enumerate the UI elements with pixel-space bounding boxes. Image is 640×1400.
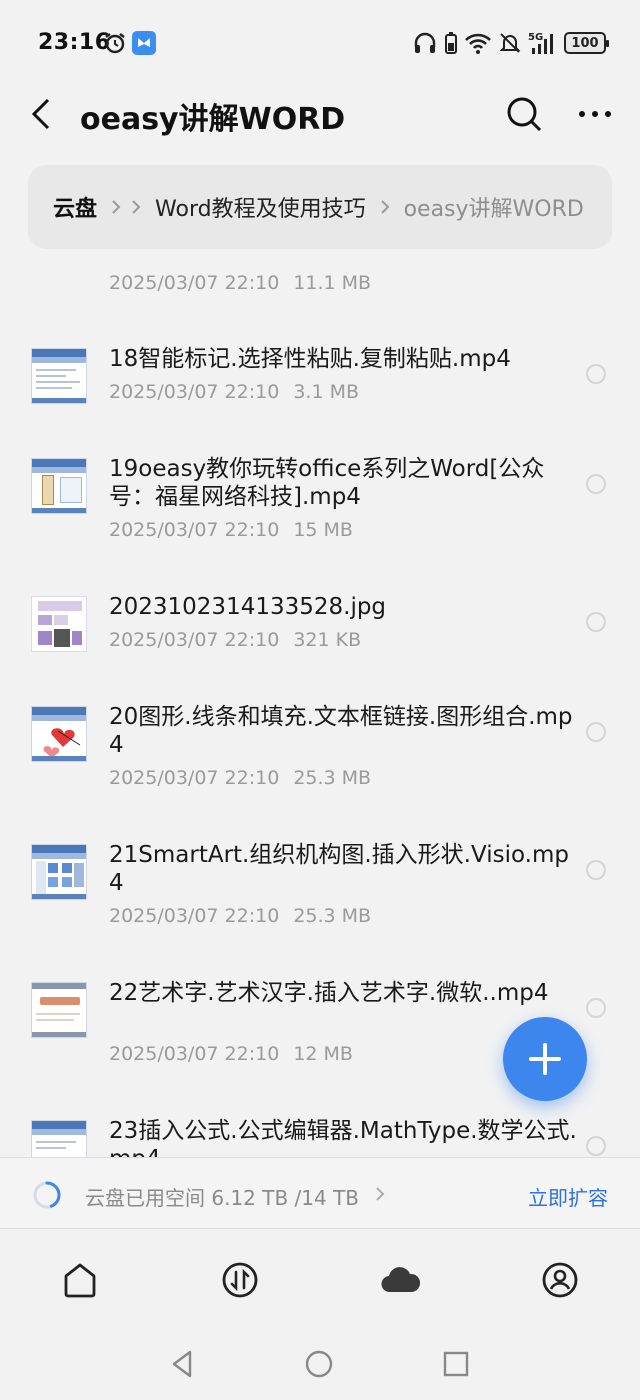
file-name: 21SmartArt.组织机构图.插入形状.Visio.mp4 — [109, 842, 569, 896]
file-size: 25.3 MB — [293, 767, 372, 789]
breadcrumb-middle[interactable]: Word教程及使用技巧 — [155, 191, 366, 223]
list-item[interactable]: 20图形.线条和填充.文本框链接.图形组合.mp4 2025/03/07 22:… — [0, 698, 640, 808]
mute-icon — [499, 33, 521, 53]
file-date: 2025/03/07 22:10 — [109, 767, 280, 789]
search-icon[interactable] — [504, 94, 544, 134]
recents-square-icon[interactable] — [440, 1348, 472, 1380]
file-name: 18智能标记.选择性粘贴.复制粘贴.mp4 — [109, 346, 511, 372]
file-date: 2025/03/07 22:10 — [109, 519, 280, 541]
wifi-icon — [465, 33, 491, 54]
battery-icon: 100 — [564, 32, 609, 54]
signal-icon: 5G — [528, 32, 553, 54]
select-radio[interactable] — [586, 612, 606, 632]
file-size: 3.1 MB — [293, 381, 359, 403]
chevron-right-icon — [380, 200, 389, 214]
file-name: 22艺术字.艺术汉字.插入艺术字.微软..mp4 — [109, 980, 549, 1006]
alarm-icon — [105, 33, 125, 54]
file-size: 321 KB — [293, 629, 362, 651]
transfer-icon[interactable] — [220, 1260, 260, 1300]
select-radio[interactable] — [586, 998, 606, 1018]
hearts-graphic — [43, 728, 81, 758]
cloud-icon[interactable] — [380, 1260, 420, 1300]
add-fab-button[interactable] — [503, 1017, 587, 1101]
title-bar: oeasy讲解WORD — [0, 86, 640, 142]
file-date: 2025/03/07 22:10 — [109, 1043, 280, 1065]
select-radio[interactable] — [586, 364, 606, 384]
list-item[interactable]: 20231023141335​28.jpg 2025/03/07 22:10 32… — [0, 588, 640, 668]
battery-saver-icon — [445, 32, 457, 54]
file-date: 2025/03/07 22:10 — [109, 381, 280, 403]
network-label: 5G — [528, 32, 543, 43]
home-circle-icon[interactable] — [303, 1348, 335, 1380]
file-size: 12 MB — [293, 1043, 353, 1065]
storage-usage-ring — [33, 1181, 61, 1209]
file-meta: 2025/03/07 22:10 12 MB — [109, 1043, 353, 1065]
file-meta: 2025/03/07 22:10 321 KB — [109, 629, 361, 651]
breadcrumb-current: oeasy讲解WORD — [403, 197, 584, 222]
status-bar: 23:16 5G 100 — [0, 0, 640, 86]
file-date: 2025/03/07 22:10 — [109, 905, 280, 927]
file-size: 11.1 MB — [293, 272, 372, 294]
expand-storage-link[interactable]: 立即扩容 — [528, 1182, 608, 1211]
plus-icon — [529, 1043, 561, 1075]
bottom-tab-bar — [0, 1230, 640, 1330]
file-meta: 2025/03/07 22:10 3.1 MB — [109, 381, 359, 403]
file-meta: 2025/03/07 22:10 11.1 MB — [109, 272, 371, 294]
home-icon[interactable] — [60, 1260, 100, 1300]
select-radio[interactable] — [586, 722, 606, 742]
file-thumbnail — [31, 596, 87, 652]
list-item[interactable]: 23插入公式.公式编辑器.MathType.数学公式.mp4 — [0, 1112, 640, 1157]
more-icon[interactable] — [574, 94, 618, 134]
select-radio[interactable] — [586, 1136, 606, 1156]
status-right-icons: 5G 100 — [412, 30, 609, 56]
file-thumbnail — [31, 1120, 87, 1157]
select-radio[interactable] — [586, 474, 606, 494]
file-name: 20图形.线条和填充.文本框链接.图形组合.mp4 — [109, 704, 573, 758]
file-meta: 2025/03/07 22:10 15 MB — [109, 519, 353, 541]
list-item[interactable]: 21SmartArt.组织机构图.插入形状.Visio.mp4 2025/03/… — [0, 836, 640, 946]
system-nav-bar — [0, 1330, 640, 1400]
file-size: 15 MB — [293, 519, 353, 541]
list-item[interactable]: 18智能标记.选择性粘贴.复制粘贴.mp4 2025/03/07 22:10 3.… — [0, 340, 640, 420]
headphones-icon — [414, 32, 436, 53]
page-title: oeasy讲解WORD — [80, 102, 346, 137]
storage-bar[interactable]: 云盘已用空间 6.12 TB /14 TB 立即扩容 — [0, 1157, 640, 1229]
chevron-right-icon — [132, 200, 141, 214]
file-name: 19oeasy教你玩转office系列之Word[公众号：福星网络科技].mp4 — [109, 456, 545, 510]
select-radio[interactable] — [586, 860, 606, 880]
storage-label: 云盘已用空间 6.12 TB /14 TB — [85, 1186, 360, 1210]
status-time: 23:16 — [38, 30, 111, 55]
back-triangle-icon[interactable] — [166, 1348, 198, 1380]
chevron-right-icon — [376, 1187, 385, 1201]
breadcrumb: 云盘 Word教程及使用技巧 oeasy讲解WORD — [28, 165, 612, 249]
battery-level: 100 — [571, 35, 599, 51]
back-icon[interactable] — [26, 94, 60, 134]
file-name: 23插入公式.公式编辑器.MathType.数学公式.mp4 — [109, 1118, 577, 1157]
file-date: 2025/03/07 22:10 — [109, 272, 280, 294]
file-thumbnail — [31, 982, 87, 1038]
file-thumbnail — [31, 844, 87, 900]
file-thumbnail — [31, 706, 87, 762]
file-thumbnail — [31, 348, 87, 404]
list-item[interactable]: 19oeasy教你玩转office系列之Word[公众号：福星网络科技].mp4… — [0, 450, 640, 560]
list-item[interactable]: 2025/03/07 22:10 11.1 MB — [0, 250, 640, 310]
breadcrumb-root[interactable]: 云盘 — [53, 191, 97, 223]
file-date: 2025/03/07 22:10 — [109, 629, 280, 651]
file-meta: 2025/03/07 22:10 25.3 MB — [109, 767, 371, 789]
file-size: 25.3 MB — [293, 905, 372, 927]
file-meta: 2025/03/07 22:10 25.3 MB — [109, 905, 371, 927]
chevron-right-icon — [112, 200, 121, 214]
profile-icon[interactable] — [540, 1260, 580, 1300]
file-name: 20231023141335​28.jpg — [109, 594, 387, 620]
file-thumbnail — [31, 458, 87, 514]
app-notification-icon — [132, 31, 156, 55]
